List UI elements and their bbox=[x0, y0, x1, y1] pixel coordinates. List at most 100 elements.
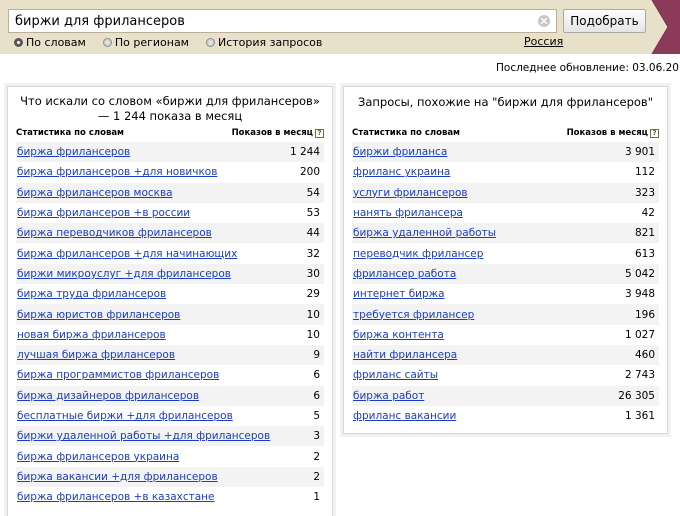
phrase-link[interactable]: фриланс вакансии bbox=[353, 410, 456, 422]
phrase-link[interactable]: биржа фрилансеров bbox=[17, 146, 130, 158]
phrase-link[interactable]: новая биржа фрилансеров bbox=[17, 329, 166, 341]
impressions-count: 200 bbox=[299, 166, 320, 179]
table-row: фриланс сайты 2 743 bbox=[352, 365, 659, 386]
table-row: биржа юристов фрилансеров 10 bbox=[16, 304, 324, 325]
table-row: биржа вакансии +для фрилансеров 2 bbox=[16, 466, 324, 488]
left-rows: биржа фрилансеров 1 244 биржа фрилансеров … bbox=[16, 142, 324, 508]
right-col-count-label: Показов в месяц bbox=[566, 128, 648, 138]
phrase-link[interactable]: биржа контента bbox=[353, 329, 444, 341]
phrase-link[interactable]: услуги фрилансеров bbox=[353, 187, 468, 199]
impressions-count: 1 244 bbox=[289, 146, 320, 159]
clear-icon[interactable] bbox=[538, 15, 550, 27]
right-rows: биржи фриланса 3 901 фриланс украина 112 усл… bbox=[352, 142, 659, 427]
phrase-link[interactable]: биржа вакансии +для фрилансеров bbox=[17, 471, 218, 483]
phrase-link[interactable]: биржа труда фрилансеров bbox=[17, 288, 166, 300]
radio-by-regions[interactable]: По регионам bbox=[102, 35, 189, 49]
search-box bbox=[8, 9, 557, 33]
impressions-count: 460 bbox=[634, 349, 655, 362]
radio-unselected-icon[interactable] bbox=[102, 37, 112, 47]
phrase-link[interactable]: биржи микроуслуг +для фрилансеров bbox=[17, 268, 231, 280]
table-row: биржа контента 1 027 bbox=[352, 324, 659, 345]
impressions-count: 1 bbox=[313, 491, 320, 504]
radio-by-words-label: По словам bbox=[26, 35, 86, 49]
phrase-link[interactable]: требуется фрилансер bbox=[353, 309, 474, 321]
phrase-link[interactable]: бесплатные биржи +для фрилансеров bbox=[17, 410, 233, 422]
impressions-count: 5 042 bbox=[624, 267, 655, 280]
radio-query-history-label: История запросов bbox=[217, 35, 323, 49]
impressions-count: 32 bbox=[306, 247, 320, 260]
impressions-count: 1 027 bbox=[624, 328, 655, 341]
impressions-count: 3 901 bbox=[624, 146, 655, 159]
phrase-link[interactable]: биржа фрилансеров +для начинающих bbox=[17, 248, 237, 260]
phrase-link[interactable]: фриланс украина bbox=[353, 166, 450, 178]
table-row: биржа фрилансеров украина 2 bbox=[16, 446, 324, 467]
phrase-link[interactable]: биржа программистов фрилансеров bbox=[17, 369, 219, 381]
phrase-link[interactable]: лучшая биржа фрилансеров bbox=[17, 349, 175, 361]
impressions-count: 323 bbox=[634, 186, 655, 199]
table-row: биржа труда фрилансеров 29 bbox=[16, 284, 324, 305]
impressions-count: 6 bbox=[313, 369, 320, 382]
impressions-count: 10 bbox=[306, 308, 320, 321]
phrase-link[interactable]: фриланс сайты bbox=[353, 369, 438, 381]
table-row: биржа фрилансеров +для новичков 200 bbox=[16, 162, 324, 183]
radio-selected-icon[interactable] bbox=[14, 37, 23, 47]
impressions-count: 26 305 bbox=[618, 389, 655, 402]
impressions-count: 3 bbox=[313, 430, 320, 443]
phrase-link[interactable]: биржа фрилансеров +для новичков bbox=[17, 166, 217, 178]
phrase-link[interactable]: биржи фриланса bbox=[353, 146, 447, 158]
phrase-link[interactable]: биржа фрилансеров +в казахстане bbox=[17, 491, 215, 503]
last-update-text: Последнее обновление: 03.06.2015 bbox=[496, 62, 680, 74]
table-row: биржи удаленной работы +для фрилансеров 3 bbox=[16, 426, 324, 447]
table-row: биржа фрилансеров +в россии 53 bbox=[16, 202, 324, 224]
phrase-link[interactable]: интернет биржа bbox=[353, 288, 445, 300]
impressions-count: 3 948 bbox=[624, 288, 655, 301]
right-col-phrase-header: Статистика по словам bbox=[352, 128, 461, 138]
phrase-link[interactable]: биржи удаленной работы +для фрилансеров bbox=[17, 430, 270, 442]
impressions-count: 44 bbox=[306, 227, 320, 240]
table-row: биржа дизайнеров фрилансеров 6 bbox=[16, 385, 324, 406]
radio-unselected-icon[interactable] bbox=[205, 37, 215, 47]
right-panel-title: Запросы, похожие на "биржи для фрилансер… bbox=[357, 95, 653, 109]
search-input[interactable] bbox=[15, 12, 535, 30]
right-table-header: Статистика по словам Показов в месяц ? bbox=[352, 128, 659, 142]
region-link[interactable]: Россия bbox=[524, 35, 563, 48]
table-row: интернет биржа 3 948 bbox=[352, 284, 659, 305]
phrase-link[interactable]: биржа переводчиков фрилансеров bbox=[17, 227, 212, 239]
table-row: биржа переводчиков фрилансеров 44 bbox=[16, 223, 324, 244]
table-row: переводчик фрилансер 613 bbox=[352, 243, 659, 264]
search-header: Подобрать По словам По регионам История … bbox=[0, 0, 680, 54]
table-row: найти фрилансера 460 bbox=[352, 344, 659, 366]
phrase-link[interactable]: фрилансер работа bbox=[353, 268, 456, 280]
clear-cross-glyph bbox=[541, 18, 547, 24]
pick-button[interactable]: Подобрать bbox=[563, 9, 646, 33]
help-icon[interactable]: ? bbox=[315, 128, 324, 138]
phrase-link[interactable]: биржа юристов фрилансеров bbox=[17, 309, 180, 321]
phrase-link[interactable]: биржа работ bbox=[353, 390, 424, 402]
phrase-link[interactable]: биржа фрилансеров +в россии bbox=[17, 207, 190, 219]
phrase-link[interactable]: найти фрилансера bbox=[353, 349, 457, 361]
table-row: биржа фрилансеров +для начинающих 32 bbox=[16, 243, 324, 264]
impressions-count: 10 bbox=[306, 328, 320, 341]
phrase-link[interactable]: нанять фрилансера bbox=[353, 207, 463, 219]
impressions-count: 1 361 bbox=[624, 410, 655, 422]
table-row: требуется фрилансер 196 bbox=[352, 304, 659, 325]
table-row: биржа удаленной работы 821 bbox=[352, 223, 659, 244]
impressions-count: 9 bbox=[313, 349, 320, 362]
phrase-link[interactable]: биржа фрилансеров украина bbox=[17, 451, 179, 463]
left-panel: Что искали со словом «биржи для фрилансе… bbox=[7, 86, 333, 516]
help-icon[interactable]: ? bbox=[650, 128, 659, 138]
radio-by-words[interactable]: По словам bbox=[14, 36, 86, 49]
left-panel-title: Что искали со словом «биржи для фрилансе… bbox=[20, 94, 320, 123]
radio-query-history[interactable]: История запросов bbox=[205, 35, 323, 49]
impressions-count: 2 bbox=[313, 450, 320, 463]
phrase-link[interactable]: биржа дизайнеров фрилансеров bbox=[17, 390, 199, 402]
impressions-count: 29 bbox=[306, 288, 320, 301]
phrase-link[interactable]: переводчик фрилансер bbox=[353, 248, 483, 260]
table-row: фриланс украина 112 bbox=[352, 162, 659, 183]
impressions-count: 2 743 bbox=[624, 369, 655, 382]
radio-by-regions-label: По регионам bbox=[114, 35, 189, 49]
phrase-link[interactable]: биржа фрилансеров москва bbox=[17, 187, 173, 199]
impressions-count: 54 bbox=[306, 186, 320, 199]
phrase-link[interactable]: биржа удаленной работы bbox=[353, 227, 496, 239]
right-panel: Запросы, похожие на "биржи для фрилансер… bbox=[343, 86, 668, 434]
